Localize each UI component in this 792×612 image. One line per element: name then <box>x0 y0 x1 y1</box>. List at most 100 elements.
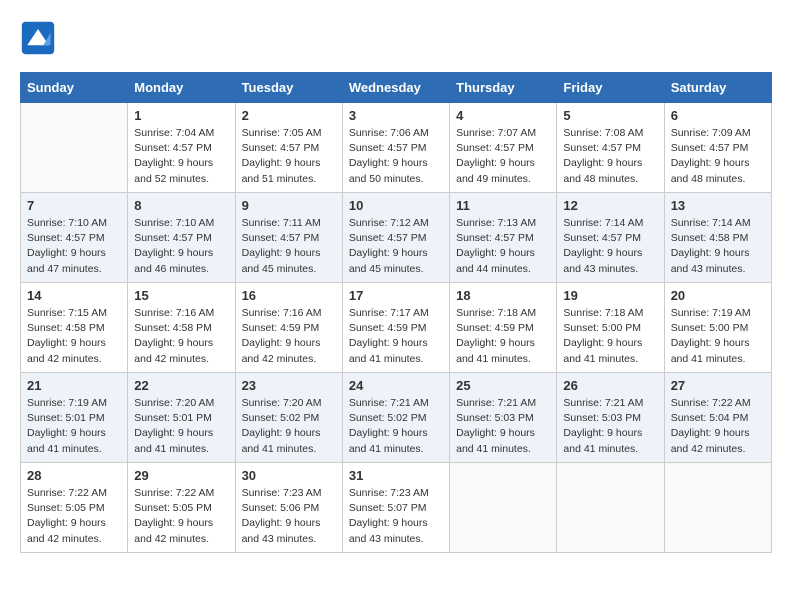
day-info: Sunrise: 7:11 AMSunset: 4:57 PMDaylight:… <box>242 216 336 277</box>
calendar-cell: 12 Sunrise: 7:14 AMSunset: 4:57 PMDayligh… <box>557 193 664 283</box>
calendar-cell: 31 Sunrise: 7:23 AMSunset: 5:07 PMDayligh… <box>342 463 449 553</box>
day-info: Sunrise: 7:22 AMSunset: 5:04 PMDaylight:… <box>671 396 765 457</box>
calendar-cell: 16Sunrise: 7:16 AMSunset: 4:59 PMDayligh… <box>235 283 342 373</box>
calendar-cell <box>557 463 664 553</box>
calendar-cell: 23Sunrise: 7:20 AMSunset: 5:02 PMDayligh… <box>235 373 342 463</box>
day-number: 3 <box>349 108 443 123</box>
calendar-cell: 20 Sunrise: 7:19 AMSunset: 5:00 PMDayligh… <box>664 283 771 373</box>
calendar-cell <box>21 103 128 193</box>
day-info: Sunrise: 7:16 AMSunset: 4:59 PMDaylight:… <box>242 306 336 367</box>
calendar-week-row: 28 Sunrise: 7:22 AMSunset: 5:05 PMDayligh… <box>21 463 772 553</box>
calendar-cell: 28 Sunrise: 7:22 AMSunset: 5:05 PMDayligh… <box>21 463 128 553</box>
day-number: 4 <box>456 108 550 123</box>
day-info: Sunrise: 7:13 AMSunset: 4:57 PMDaylight:… <box>456 216 550 277</box>
calendar-cell: 18 Sunrise: 7:18 AMSunset: 4:59 PMDayligh… <box>450 283 557 373</box>
day-info: Sunrise: 7:18 AMSunset: 5:00 PMDaylight:… <box>563 306 657 367</box>
day-number: 25 <box>456 378 550 393</box>
day-number: 31 <box>349 468 443 483</box>
day-info: Sunrise: 7:06 AMSunset: 4:57 PMDaylight:… <box>349 126 443 187</box>
day-number: 27 <box>671 378 765 393</box>
day-info: Sunrise: 7:22 AMSunset: 5:05 PMDaylight:… <box>134 486 228 547</box>
day-number: 5 <box>563 108 657 123</box>
day-info: Sunrise: 7:16 AMSunset: 4:58 PMDaylight:… <box>134 306 228 367</box>
day-info: Sunrise: 7:19 AMSunset: 5:01 PMDaylight:… <box>27 396 121 457</box>
calendar-week-row: 1 Sunrise: 7:04 AMSunset: 4:57 PMDaylight… <box>21 103 772 193</box>
day-number: 21 <box>27 378 121 393</box>
header-thursday: Thursday <box>450 73 557 103</box>
day-number: 28 <box>27 468 121 483</box>
calendar-cell: 10 Sunrise: 7:12 AMSunset: 4:57 PMDayligh… <box>342 193 449 283</box>
calendar-cell: 19 Sunrise: 7:18 AMSunset: 5:00 PMDayligh… <box>557 283 664 373</box>
calendar-week-row: 21 Sunrise: 7:19 AMSunset: 5:01 PMDayligh… <box>21 373 772 463</box>
day-info: Sunrise: 7:09 AMSunset: 4:57 PMDaylight:… <box>671 126 765 187</box>
day-number: 18 <box>456 288 550 303</box>
page-header <box>20 20 772 56</box>
header-saturday: Saturday <box>664 73 771 103</box>
day-number: 26 <box>563 378 657 393</box>
calendar-week-row: 14 Sunrise: 7:15 AMSunset: 4:58 PMDayligh… <box>21 283 772 373</box>
day-number: 15 <box>134 288 228 303</box>
day-info: Sunrise: 7:08 AMSunset: 4:57 PMDaylight:… <box>563 126 657 187</box>
day-info: Sunrise: 7:04 AMSunset: 4:57 PMDaylight:… <box>134 126 228 187</box>
calendar-cell: 5 Sunrise: 7:08 AMSunset: 4:57 PMDaylight… <box>557 103 664 193</box>
calendar-cell: 11Sunrise: 7:13 AMSunset: 4:57 PMDayligh… <box>450 193 557 283</box>
calendar-cell: 26 Sunrise: 7:21 AMSunset: 5:03 PMDayligh… <box>557 373 664 463</box>
day-info: Sunrise: 7:23 AMSunset: 5:06 PMDaylight:… <box>242 486 336 547</box>
calendar-cell: 21 Sunrise: 7:19 AMSunset: 5:01 PMDayligh… <box>21 373 128 463</box>
day-number: 20 <box>671 288 765 303</box>
day-info: Sunrise: 7:19 AMSunset: 5:00 PMDaylight:… <box>671 306 765 367</box>
calendar-cell: 7 Sunrise: 7:10 AMSunset: 4:57 PMDaylight… <box>21 193 128 283</box>
day-number: 19 <box>563 288 657 303</box>
day-number: 12 <box>563 198 657 213</box>
calendar-table: SundayMondayTuesdayWednesdayThursdayFrid… <box>20 72 772 553</box>
day-info: Sunrise: 7:20 AMSunset: 5:02 PMDaylight:… <box>242 396 336 457</box>
day-number: 29 <box>134 468 228 483</box>
calendar-cell: 8 Sunrise: 7:10 AMSunset: 4:57 PMDaylight… <box>128 193 235 283</box>
calendar-cell: 25 Sunrise: 7:21 AMSunset: 5:03 PMDayligh… <box>450 373 557 463</box>
calendar-cell: 3 Sunrise: 7:06 AMSunset: 4:57 PMDaylight… <box>342 103 449 193</box>
day-info: Sunrise: 7:21 AMSunset: 5:02 PMDaylight:… <box>349 396 443 457</box>
calendar-cell: 13Sunrise: 7:14 AMSunset: 4:58 PMDayligh… <box>664 193 771 283</box>
day-number: 2 <box>242 108 336 123</box>
calendar-cell: 2Sunrise: 7:05 AMSunset: 4:57 PMDaylight… <box>235 103 342 193</box>
calendar-header-row: SundayMondayTuesdayWednesdayThursdayFrid… <box>21 73 772 103</box>
day-info: Sunrise: 7:21 AMSunset: 5:03 PMDaylight:… <box>563 396 657 457</box>
calendar-cell: 22Sunrise: 7:20 AMSunset: 5:01 PMDayligh… <box>128 373 235 463</box>
day-info: Sunrise: 7:10 AMSunset: 4:57 PMDaylight:… <box>27 216 121 277</box>
calendar-cell: 15 Sunrise: 7:16 AMSunset: 4:58 PMDayligh… <box>128 283 235 373</box>
calendar-cell: 14 Sunrise: 7:15 AMSunset: 4:58 PMDayligh… <box>21 283 128 373</box>
day-info: Sunrise: 7:21 AMSunset: 5:03 PMDaylight:… <box>456 396 550 457</box>
day-info: Sunrise: 7:14 AMSunset: 4:58 PMDaylight:… <box>671 216 765 277</box>
day-info: Sunrise: 7:17 AMSunset: 4:59 PMDaylight:… <box>349 306 443 367</box>
calendar-week-row: 7 Sunrise: 7:10 AMSunset: 4:57 PMDaylight… <box>21 193 772 283</box>
header-friday: Friday <box>557 73 664 103</box>
calendar-cell: 6 Sunrise: 7:09 AMSunset: 4:57 PMDaylight… <box>664 103 771 193</box>
calendar-cell: 24 Sunrise: 7:21 AMSunset: 5:02 PMDayligh… <box>342 373 449 463</box>
day-number: 14 <box>27 288 121 303</box>
day-number: 24 <box>349 378 443 393</box>
day-info: Sunrise: 7:14 AMSunset: 4:57 PMDaylight:… <box>563 216 657 277</box>
day-number: 1 <box>134 108 228 123</box>
header-wednesday: Wednesday <box>342 73 449 103</box>
day-info: Sunrise: 7:07 AMSunset: 4:57 PMDaylight:… <box>456 126 550 187</box>
day-number: 7 <box>27 198 121 213</box>
day-info: Sunrise: 7:18 AMSunset: 4:59 PMDaylight:… <box>456 306 550 367</box>
day-info: Sunrise: 7:22 AMSunset: 5:05 PMDaylight:… <box>27 486 121 547</box>
day-info: Sunrise: 7:15 AMSunset: 4:58 PMDaylight:… <box>27 306 121 367</box>
day-info: Sunrise: 7:10 AMSunset: 4:57 PMDaylight:… <box>134 216 228 277</box>
calendar-cell: 4 Sunrise: 7:07 AMSunset: 4:57 PMDaylight… <box>450 103 557 193</box>
day-number: 10 <box>349 198 443 213</box>
day-info: Sunrise: 7:23 AMSunset: 5:07 PMDaylight:… <box>349 486 443 547</box>
day-number: 17 <box>349 288 443 303</box>
day-info: Sunrise: 7:20 AMSunset: 5:01 PMDaylight:… <box>134 396 228 457</box>
day-number: 30 <box>242 468 336 483</box>
calendar-cell: 27 Sunrise: 7:22 AMSunset: 5:04 PMDayligh… <box>664 373 771 463</box>
calendar-cell: 29 Sunrise: 7:22 AMSunset: 5:05 PMDayligh… <box>128 463 235 553</box>
day-number: 8 <box>134 198 228 213</box>
day-number: 6 <box>671 108 765 123</box>
calendar-cell: 9Sunrise: 7:11 AMSunset: 4:57 PMDaylight… <box>235 193 342 283</box>
calendar-body: 1 Sunrise: 7:04 AMSunset: 4:57 PMDaylight… <box>21 103 772 553</box>
day-info: Sunrise: 7:12 AMSunset: 4:57 PMDaylight:… <box>349 216 443 277</box>
calendar-cell: 17 Sunrise: 7:17 AMSunset: 4:59 PMDayligh… <box>342 283 449 373</box>
header-tuesday: Tuesday <box>235 73 342 103</box>
